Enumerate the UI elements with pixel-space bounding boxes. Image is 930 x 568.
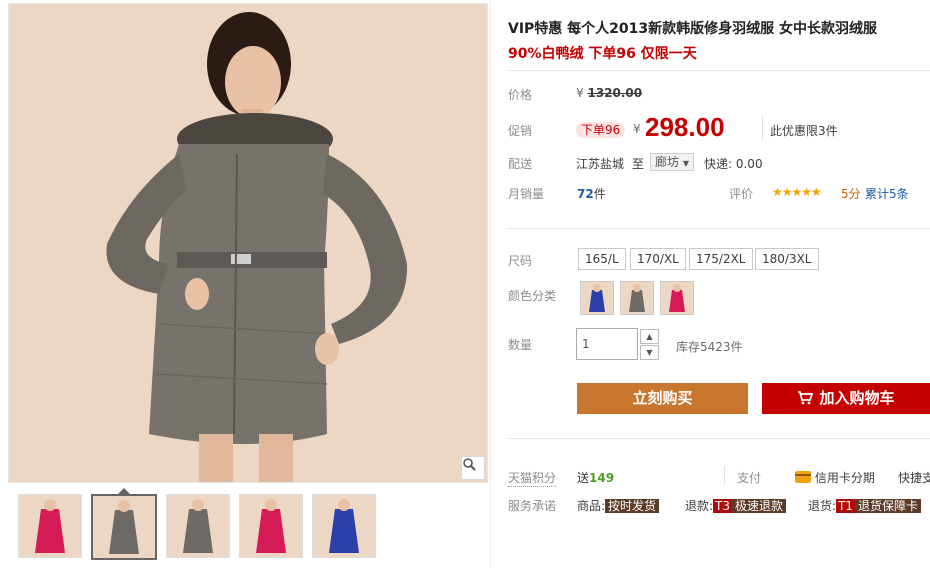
service-goods-label: 商品: <box>577 499 606 513</box>
thumbnail-strip <box>18 494 376 560</box>
rating-score: 5分 <box>841 187 861 201</box>
service-return-label: 退货: <box>808 499 837 513</box>
color-option-blue[interactable] <box>580 281 614 315</box>
service-refund-tag[interactable]: 极速退款 <box>732 499 787 513</box>
service-return-tag[interactable]: 退货保障卡 <box>855 499 922 513</box>
divider <box>508 70 930 71</box>
promo-currency: ¥ <box>633 122 641 136</box>
credit-installment-label: 信用卡分期 <box>814 471 875 485</box>
destination-select[interactable]: 廊坊 ▼ <box>650 153 694 171</box>
payment-label: 支付 <box>737 471 762 485</box>
column-divider <box>490 0 491 568</box>
quantity-decrease-button[interactable]: ▼ <box>640 345 659 360</box>
buy-now-button[interactable]: 立刻购买 <box>577 383 748 414</box>
promo-price: 298.00 <box>645 112 725 142</box>
quantity-increase-button[interactable]: ▲ <box>640 329 659 344</box>
points-amount: 149 <box>589 471 615 485</box>
size-option-175[interactable]: 175/2XL <box>689 248 753 270</box>
sales-unit: 件 <box>593 187 606 201</box>
size-option-180[interactable]: 180/3XL <box>755 248 819 270</box>
divider <box>508 438 930 439</box>
product-title: VIP特惠 每个人2013新款韩版修身羽绒服 女中长款羽绒服 <box>508 21 878 37</box>
promo-badge-text: 下单96 <box>576 122 626 138</box>
thumbnail-photo <box>109 500 139 554</box>
product-photo <box>106 12 408 482</box>
original-price-value: 1320.00 <box>587 86 643 100</box>
shipping-to-word: 至 <box>632 157 645 171</box>
credit-installment[interactable]: 信用卡分期 <box>795 469 875 486</box>
service-refund-label: 退款: <box>685 499 714 513</box>
service-goods: 商品: 按时发货 <box>577 497 660 514</box>
sales-count: 72 <box>577 187 594 201</box>
refund-t3-icon: T3 <box>713 499 733 513</box>
points-value: 送149 <box>577 469 614 486</box>
monthly-sales: 72件 <box>577 185 606 202</box>
thumbnail-3[interactable] <box>166 494 230 558</box>
express-pay[interactable]: 快捷支 <box>898 469 930 486</box>
thumbnail-photo <box>329 499 359 553</box>
credit-card-icon <box>795 471 811 483</box>
chevron-up-icon: ▲ <box>646 332 653 341</box>
stock-text: 库存5423件 <box>676 340 743 354</box>
original-price: ¥ 1320.00 <box>576 86 642 100</box>
thumbnail-2[interactable] <box>91 494 157 560</box>
size-label: 尺码 <box>508 254 533 268</box>
color-option-pink[interactable] <box>660 281 694 315</box>
thumbnail-photo <box>183 499 213 553</box>
thumbnail-4[interactable] <box>239 494 303 558</box>
quantity-value: 1 <box>582 337 590 351</box>
thumbnail-1[interactable] <box>18 494 82 558</box>
shipping-from: 江苏盐城 <box>576 157 625 171</box>
color-option-grey[interactable] <box>620 281 654 315</box>
promo-label: 促销 <box>508 124 533 138</box>
price-label: 价格 <box>508 88 533 102</box>
divider <box>724 466 725 484</box>
chevron-down-icon: ▼ <box>682 159 689 168</box>
cart-icon <box>798 391 814 405</box>
thumbnail-photo <box>35 499 65 553</box>
magnifier-icon <box>463 458 476 471</box>
service-refund: 退款: T3 极速退款 <box>685 497 787 514</box>
size-option-165[interactable]: 165/L <box>578 248 626 270</box>
add-to-cart-button[interactable]: 加入购物车 <box>762 383 930 414</box>
service-goods-tag[interactable]: 按时发货 <box>605 499 660 513</box>
tmall-points-label: 天猫积分 <box>508 471 557 487</box>
zoom-button[interactable] <box>461 456 485 480</box>
rating-label: 评价 <box>729 187 754 201</box>
service-return: 退货: T1 退货保障卡 <box>808 497 922 514</box>
points-send: 送 <box>577 471 590 485</box>
color-swatch-photo <box>629 284 645 312</box>
destination-value: 廊坊 <box>655 155 680 169</box>
add-to-cart-label: 加入购物车 <box>819 389 895 407</box>
promo-limit: 此优惠限3件 <box>770 124 838 138</box>
currency-symbol: ¥ <box>576 86 584 100</box>
rating-stars: ★★★★★ <box>772 185 822 199</box>
product-subtitle: 90%白鸭绒 下单96 仅限一天 <box>508 46 697 62</box>
color-swatch-photo <box>669 284 685 312</box>
color-swatch-photo <box>589 284 605 312</box>
review-count-link[interactable]: 累计5条 <box>865 185 909 202</box>
chevron-down-icon: ▼ <box>646 348 653 357</box>
shipping-fee: 快递: 0.00 <box>704 157 763 171</box>
divider <box>762 115 763 141</box>
color-label: 颜色分类 <box>508 289 557 303</box>
thumbnail-5[interactable] <box>312 494 376 558</box>
main-product-image[interactable] <box>8 3 488 483</box>
service-label: 服务承诺 <box>508 499 557 513</box>
promo-badge: 下单96 <box>576 121 626 138</box>
size-option-170[interactable]: 170/XL <box>630 248 686 270</box>
return-t1-icon: T1 <box>836 499 856 513</box>
divider <box>508 228 930 229</box>
quantity-label: 数量 <box>508 338 533 352</box>
quantity-input[interactable]: 1 <box>576 328 638 360</box>
monthly-sales-label: 月销量 <box>508 187 545 201</box>
shipping-label: 配送 <box>508 157 533 171</box>
thumbnail-photo <box>256 499 286 553</box>
